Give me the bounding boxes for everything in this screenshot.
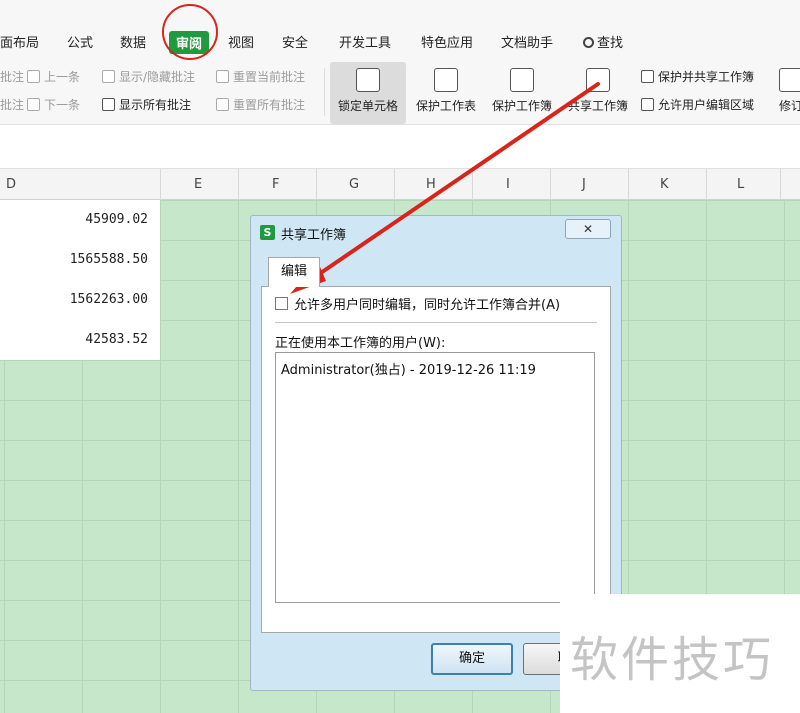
column-header-e[interactable]: E [194,177,202,192]
protect-sheet-icon [434,68,458,92]
column-header-row: D E F G H I J K L [0,169,800,200]
next-comment-label: 下一条 [44,98,81,112]
next-comment-icon [27,98,40,111]
column-header-j[interactable]: J [582,177,586,192]
reset-current-comment-label: 重置当前批注 [233,70,306,84]
formula-bar-area [0,124,800,169]
share-workbook-button[interactable]: 共享工作簿 [562,62,634,124]
menu-view[interactable]: 视图 [228,32,254,51]
reset-all-comments-label: 重置所有批注 [233,98,306,112]
cell-d4[interactable]: 42583.52 [85,332,148,347]
menu-page-layout[interactable]: 面布局 [0,32,39,51]
search-icon [583,37,594,48]
menu-search[interactable]: 查找 [583,32,623,51]
protect-sheet-button[interactable]: 保护工作表 [410,62,482,124]
column-divider [628,169,629,200]
menu-bar: 面布局 公式 数据 审阅 视图 安全 开发工具 特色应用 文档助手 查找 [0,20,800,62]
allow-multi-user-checkbox[interactable] [275,297,288,310]
protect-workbook-button[interactable]: 保护工作簿 [486,62,558,124]
menu-data[interactable]: 数据 [120,32,146,51]
menu-assistant[interactable]: 文档助手 [501,32,553,51]
column-header-d[interactable]: D [6,177,16,192]
show-all-comments-button[interactable]: 显示所有批注 [102,96,191,113]
reset-current-comment-icon [216,70,229,83]
column-divider [472,169,473,200]
track-changes-icon [779,68,800,92]
comment-cut-2: 批注 [0,98,25,112]
column-header-g[interactable]: G [349,177,359,192]
allow-multi-user-label: 允许多用户同时编辑，同时允许工作簿合并(A) [294,298,561,313]
show-all-comments-icon [102,98,115,111]
tab-edit[interactable]: 编辑 [268,257,320,287]
column-divider [780,169,781,200]
lock-cell-icon [356,68,380,92]
protect-sheet-label: 保护工作表 [415,99,476,113]
show-all-comments-label: 显示所有批注 [119,98,192,112]
allow-multi-user-option[interactable]: 允许多用户同时编辑，同时允许工作簿合并(A) [275,294,560,313]
protect-and-share-button[interactable]: 保护并共享工作簿 [641,68,754,85]
column-header-f[interactable]: F [272,177,279,192]
prev-comment-button[interactable]: 上一条 [27,68,80,85]
cell-d3[interactable]: 1562263.00 [70,292,148,307]
column-header-l[interactable]: L [737,177,744,192]
next-comment-button[interactable]: 下一条 [27,96,80,113]
close-button[interactable]: ✕ [565,219,611,239]
comment-cut-1: 批注 [0,70,25,84]
prev-comment-icon [27,70,40,83]
show-hide-comment-button[interactable]: 显示/隐藏批注 [102,68,195,85]
reset-all-comments-icon [216,98,229,111]
menu-features[interactable]: 特色应用 [421,32,473,51]
ok-button[interactable]: 确定 [431,643,513,675]
prev-comment-label: 上一条 [44,70,81,84]
users-list-label: 正在使用本工作簿的用户(W): [275,336,446,351]
column-d-cells: 45909.02 1565588.50 1562263.00 42583.52 [0,200,160,360]
cell-d2[interactable]: 1565588.50 [70,252,148,267]
allow-edit-ranges-icon [641,98,654,111]
column-header-i[interactable]: I [506,177,510,192]
show-hide-comment-label: 显示/隐藏批注 [119,70,196,84]
menu-developer[interactable]: 开发工具 [339,32,391,51]
share-workbook-label: 共享工作簿 [567,99,628,113]
column-divider [238,169,239,200]
column-header-k[interactable]: K [660,177,669,192]
title-strip [0,0,800,20]
dialog-title: 共享工作簿 [281,228,347,243]
column-divider [316,169,317,200]
watermark: 软件技巧 [560,594,800,713]
allow-edit-ranges-button[interactable]: 允许用户编辑区域 [641,96,754,113]
reset-all-comments-button[interactable]: 重置所有批注 [216,96,305,113]
highlight-circle [162,4,218,60]
column-divider [550,169,551,200]
track-changes-button[interactable]: 修订 [774,62,800,124]
review-toolbar: 批注 批注 上一条 下一条 显示/隐藏批注 显示所有批注 重置当前批注 重置所有… [0,62,800,124]
section-divider [275,322,597,323]
users-list[interactable]: Administrator(独占) - 2019-12-26 11:19 [275,352,595,603]
lock-cell-button[interactable]: 锁定单元格 [330,62,406,124]
menu-security[interactable]: 安全 [282,32,308,51]
share-workbook-icon [586,68,610,92]
menu-formulas[interactable]: 公式 [67,32,93,51]
wps-logo-icon: S [260,225,275,240]
lock-cell-label: 锁定单元格 [337,99,398,113]
reset-current-comment-button[interactable]: 重置当前批注 [216,68,305,85]
protect-and-share-label: 保护并共享工作簿 [658,70,755,84]
allow-edit-ranges-label: 允许用户编辑区域 [658,98,755,112]
toolbar-separator [324,68,325,116]
cell-d1[interactable]: 45909.02 [85,212,148,227]
column-header-h[interactable]: H [426,177,436,192]
track-changes-label: 修订 [778,99,800,113]
protect-and-share-icon [641,70,654,83]
search-label: 查找 [597,36,624,51]
protect-workbook-icon [510,68,534,92]
show-hide-comment-icon [102,70,115,83]
column-divider [160,169,161,200]
protect-workbook-label: 保护工作簿 [491,99,552,113]
list-item[interactable]: Administrator(独占) - 2019-12-26 11:19 [281,359,536,378]
column-divider [394,169,395,200]
column-divider [706,169,707,200]
watermark-text: 软件技巧 [570,632,775,688]
